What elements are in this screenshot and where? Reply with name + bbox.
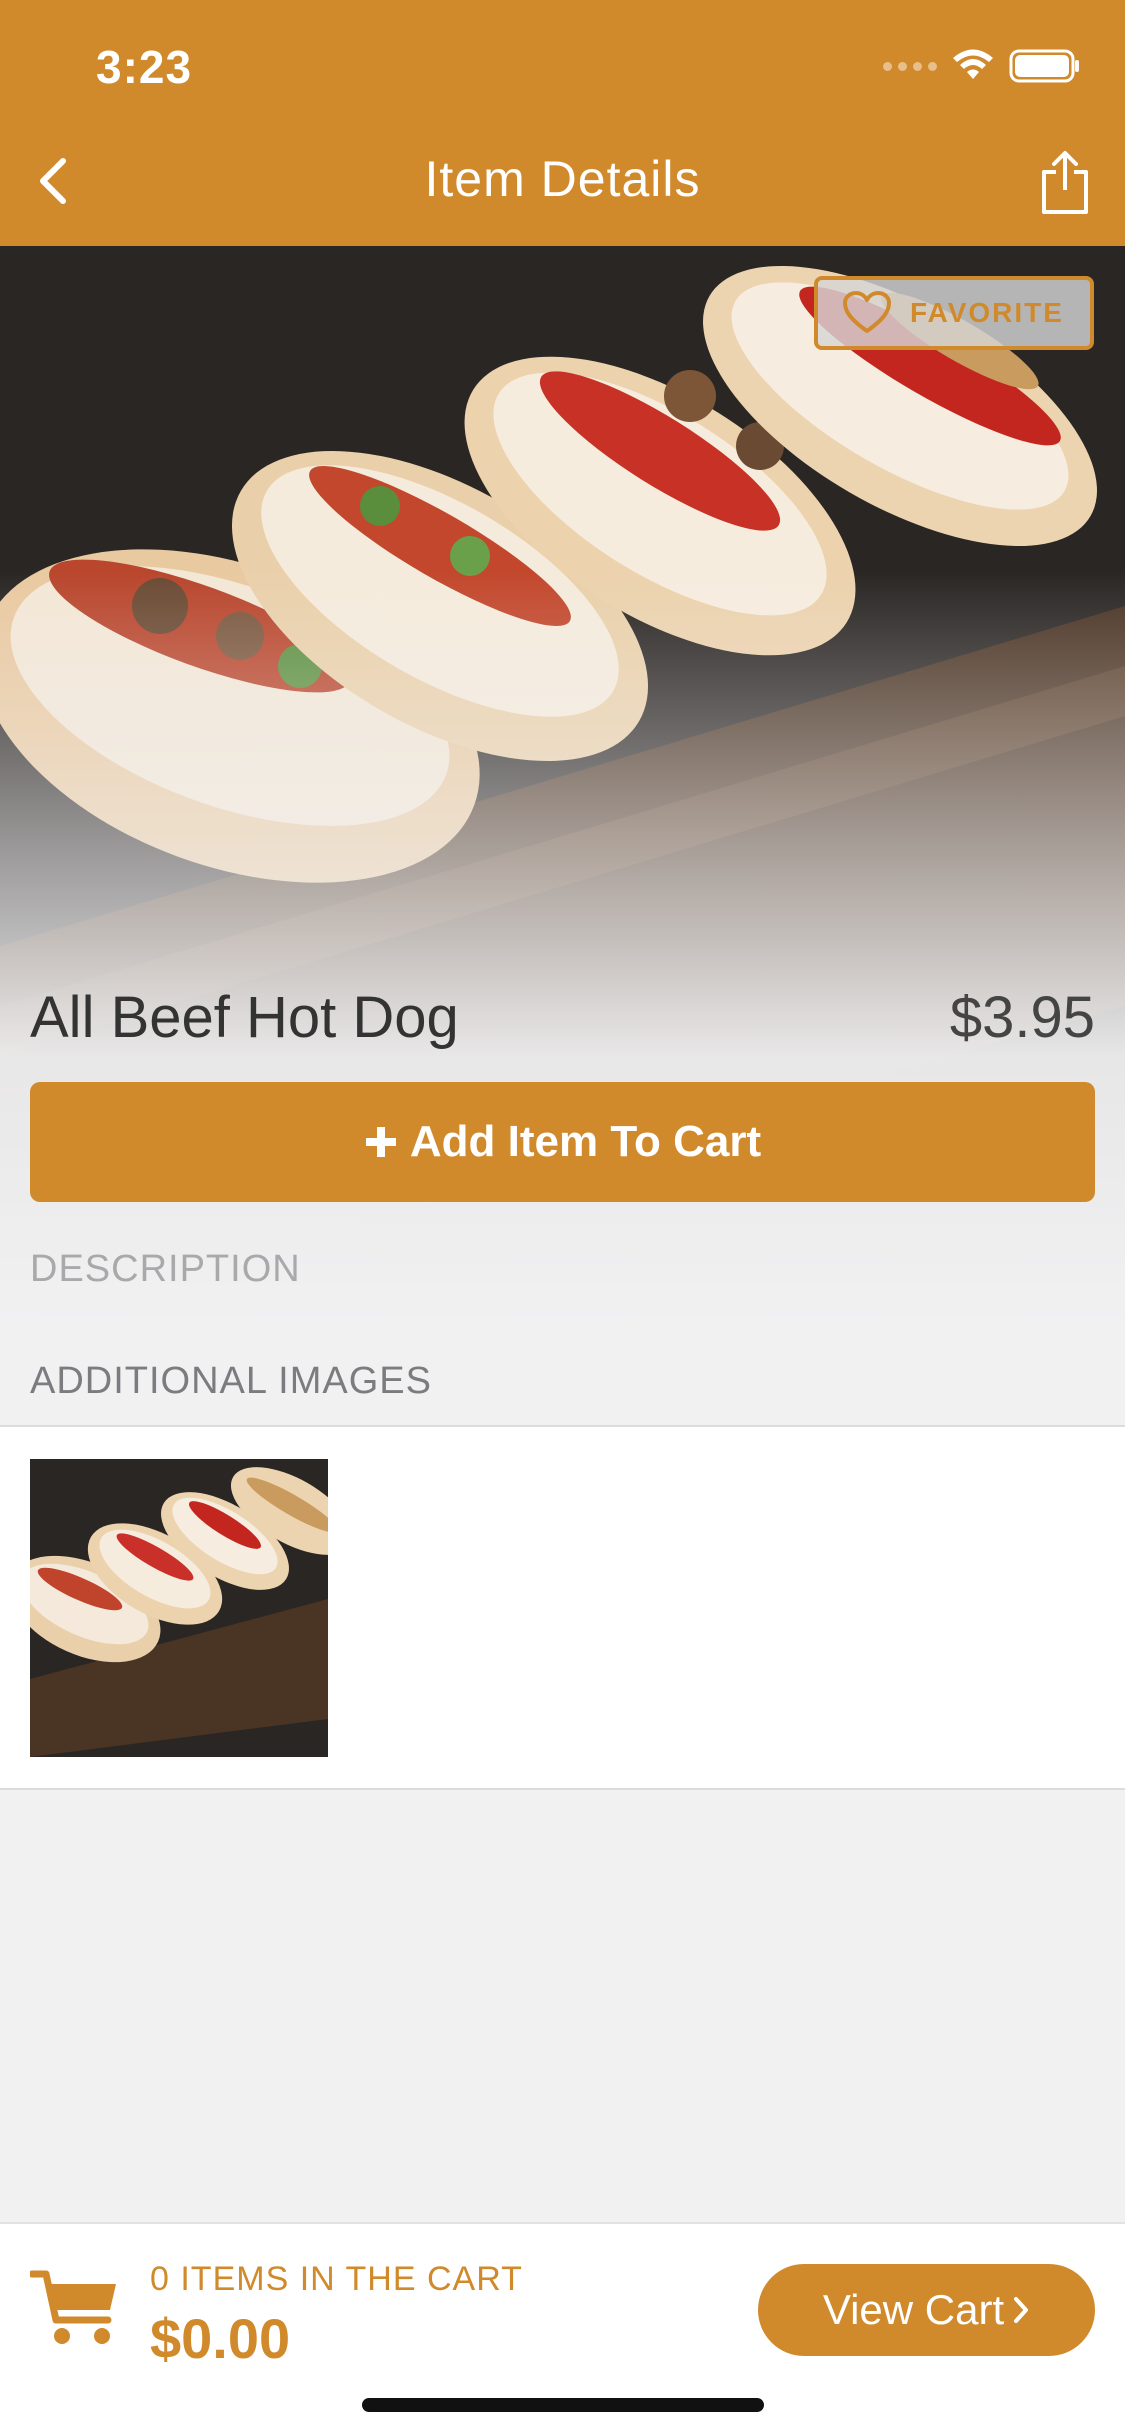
item-price: $3.95	[949, 985, 1095, 1050]
cart-item-count: 0 ITEMS IN THE CART	[150, 2260, 523, 2298]
share-button[interactable]	[1033, 146, 1097, 220]
view-cart-button[interactable]: View Cart	[758, 2264, 1095, 2356]
favorite-label: FAVORITE	[910, 297, 1064, 328]
description-heading: DESCRIPTION	[30, 1248, 301, 1290]
home-indicator[interactable]	[362, 2398, 764, 2412]
wifi-icon	[951, 49, 995, 83]
header: 3:23 Item Details	[0, 0, 1125, 246]
additional-images-strip	[0, 1425, 1125, 1790]
heart-icon	[843, 291, 891, 333]
item-details-screen: 3:23 Item Details FAVORITE All Beef Hot …	[0, 0, 1125, 2436]
page-title: Item Details	[424, 151, 701, 207]
view-cart-label: View Cart	[822, 2286, 1005, 2333]
cart-icon	[28, 2268, 120, 2355]
chevron-right-icon	[1014, 2297, 1029, 2323]
plus-icon	[365, 1127, 396, 1157]
add-to-cart-label: Add Item To Cart	[409, 1117, 762, 1166]
additional-images-heading: ADDITIONAL IMAGES	[30, 1360, 432, 1402]
share-icon	[1042, 151, 1088, 214]
battery-icon	[1009, 48, 1081, 84]
add-to-cart-button[interactable]: Add Item To Cart	[30, 1082, 1095, 1202]
status-time: 3:23	[96, 41, 193, 93]
item-name: All Beef Hot Dog	[30, 985, 459, 1050]
signal-icon	[883, 61, 937, 71]
cart-total: $0.00	[150, 2307, 291, 2370]
additional-image-thumbnail[interactable]	[30, 1459, 328, 1757]
status-icons	[883, 48, 1081, 84]
favorite-button[interactable]: FAVORITE	[814, 276, 1094, 350]
